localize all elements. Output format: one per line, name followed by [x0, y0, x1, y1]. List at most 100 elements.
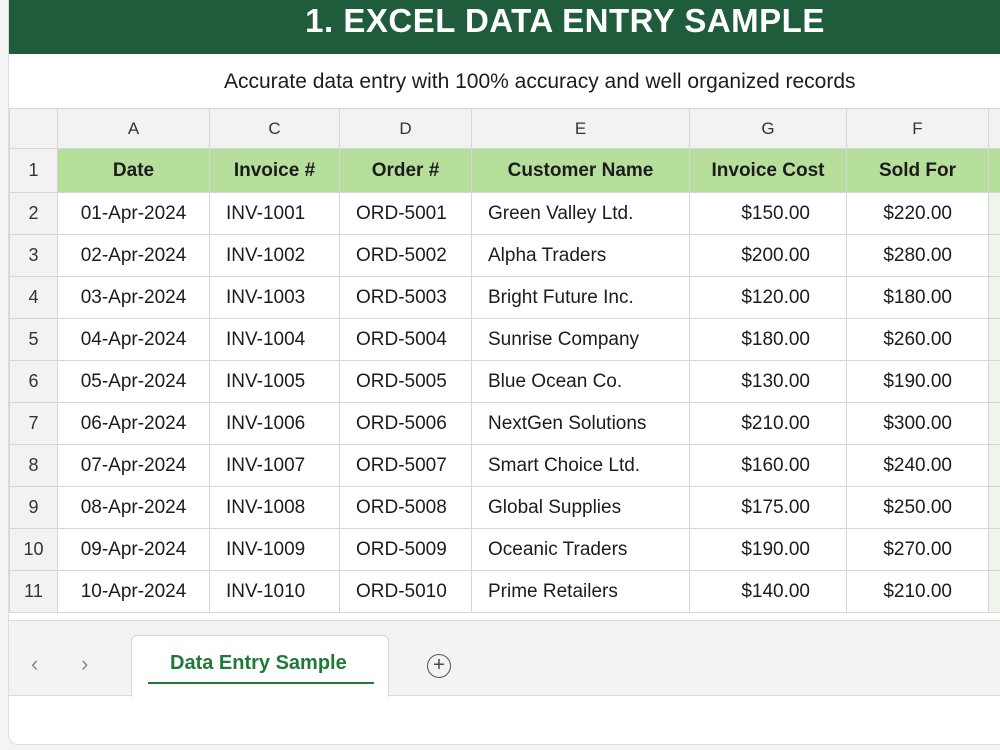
column-header-e[interactable]: E [471, 108, 690, 149]
cell-date[interactable]: 01-Apr-2024 [57, 192, 210, 235]
row-number[interactable]: 7 [9, 402, 58, 445]
edge-cell[interactable] [988, 360, 1000, 403]
plus-circle-icon[interactable]: + [427, 654, 451, 678]
cell-invoice[interactable]: INV-1007 [209, 444, 340, 487]
cell-sold-for[interactable]: $280.00 [846, 234, 989, 277]
cell-date[interactable]: 02-Apr-2024 [57, 234, 210, 277]
cell-invoice[interactable]: INV-1009 [209, 528, 340, 571]
row-number[interactable]: 3 [9, 234, 58, 277]
cell-invoice-cost[interactable]: $180.00 [689, 318, 847, 361]
edge-cell[interactable] [988, 192, 1000, 235]
edge-cell[interactable] [988, 486, 1000, 529]
cell-customer-name[interactable]: NextGen Solutions [471, 402, 690, 445]
row-number[interactable]: 1 [9, 148, 58, 193]
cell-customer-name[interactable]: Bright Future Inc. [471, 276, 690, 319]
cell-invoice-cost[interactable]: $150.00 [689, 192, 847, 235]
cell-sold-for[interactable]: $190.00 [846, 360, 989, 403]
header-invoice[interactable]: Invoice # [209, 148, 340, 193]
cell-date[interactable]: 07-Apr-2024 [57, 444, 210, 487]
cell-invoice-cost[interactable]: $120.00 [689, 276, 847, 319]
cell-sold-for[interactable]: $260.00 [846, 318, 989, 361]
cell-customer-name[interactable]: Global Supplies [471, 486, 690, 529]
cell-invoice-cost[interactable]: $210.00 [689, 402, 847, 445]
edge-cell[interactable] [988, 444, 1000, 487]
edge-cell[interactable] [988, 276, 1000, 319]
header-edge-cell[interactable] [988, 148, 1000, 193]
cell-customer-name[interactable]: Oceanic Traders [471, 528, 690, 571]
row-number[interactable]: 6 [9, 360, 58, 403]
edge-cell[interactable] [988, 402, 1000, 445]
cell-sold-for[interactable]: $210.00 [846, 570, 989, 613]
cell-order[interactable]: ORD-5004 [339, 318, 472, 361]
cell-date[interactable]: 04-Apr-2024 [57, 318, 210, 361]
cell-invoice-cost[interactable]: $190.00 [689, 528, 847, 571]
cell-order[interactable]: ORD-5006 [339, 402, 472, 445]
cell-invoice-cost[interactable]: $140.00 [689, 570, 847, 613]
column-header-g[interactable]: G [689, 108, 847, 149]
row-number[interactable]: 9 [9, 486, 58, 529]
header-customer-name[interactable]: Customer Name [471, 148, 690, 193]
cell-order[interactable]: ORD-5002 [339, 234, 472, 277]
cell-sold-for[interactable]: $220.00 [846, 192, 989, 235]
cell-order[interactable]: ORD-5009 [339, 528, 472, 571]
cell-date[interactable]: 09-Apr-2024 [57, 528, 210, 571]
cell-customer-name[interactable]: Sunrise Company [471, 318, 690, 361]
cell-date[interactable]: 06-Apr-2024 [57, 402, 210, 445]
cell-date[interactable]: 10-Apr-2024 [57, 570, 210, 613]
cell-order[interactable]: ORD-5003 [339, 276, 472, 319]
column-header-a[interactable]: A [57, 108, 210, 149]
cell-order[interactable]: ORD-5005 [339, 360, 472, 403]
edge-cell[interactable] [988, 528, 1000, 571]
row-number[interactable]: 8 [9, 444, 58, 487]
cell-invoice-cost[interactable]: $200.00 [689, 234, 847, 277]
cell-customer-name[interactable]: Green Valley Ltd. [471, 192, 690, 235]
select-all-corner[interactable] [9, 108, 58, 149]
header-order[interactable]: Order # [339, 148, 472, 193]
cell-customer-name[interactable]: Alpha Traders [471, 234, 690, 277]
cell-date[interactable]: 03-Apr-2024 [57, 276, 210, 319]
cell-sold-for[interactable]: $240.00 [846, 444, 989, 487]
edge-cell[interactable] [988, 570, 1000, 613]
cell-customer-name[interactable]: Prime Retailers [471, 570, 690, 613]
row-number[interactable]: 11 [9, 570, 58, 613]
cell-invoice[interactable]: INV-1002 [209, 234, 340, 277]
column-header-c[interactable]: C [209, 108, 340, 149]
cell-order[interactable]: ORD-5010 [339, 570, 472, 613]
cell-sold-for[interactable]: $270.00 [846, 528, 989, 571]
cell-invoice[interactable]: INV-1005 [209, 360, 340, 403]
cell-order[interactable]: ORD-5001 [339, 192, 472, 235]
cell-date[interactable]: 05-Apr-2024 [57, 360, 210, 403]
row-number[interactable]: 4 [9, 276, 58, 319]
edge-cell[interactable] [988, 234, 1000, 277]
cell-sold-for[interactable]: $300.00 [846, 402, 989, 445]
column-header-f[interactable]: F [846, 108, 989, 149]
edge-cell[interactable] [988, 318, 1000, 361]
cell-invoice[interactable]: INV-1001 [209, 192, 340, 235]
cell-invoice-cost[interactable]: $130.00 [689, 360, 847, 403]
chevron-left-icon[interactable]: ‹ [31, 651, 38, 677]
cell-order[interactable]: ORD-5007 [339, 444, 472, 487]
cell-order[interactable]: ORD-5008 [339, 486, 472, 529]
cell-customer-name[interactable]: Blue Ocean Co. [471, 360, 690, 403]
sheet-tab-data-entry-sample[interactable]: Data Entry Sample [131, 635, 389, 697]
column-header-d[interactable]: D [339, 108, 472, 149]
cell-sold-for[interactable]: $180.00 [846, 276, 989, 319]
cell-invoice-cost[interactable]: $160.00 [689, 444, 847, 487]
cell-invoice-cost[interactable]: $175.00 [689, 486, 847, 529]
row-number[interactable]: 2 [9, 192, 58, 235]
header-invoice-cost[interactable]: Invoice Cost [689, 148, 847, 193]
row-number[interactable]: 5 [9, 318, 58, 361]
chevron-right-icon[interactable]: › [81, 651, 88, 677]
cell-invoice[interactable]: INV-1008 [209, 486, 340, 529]
header-date[interactable]: Date [57, 148, 210, 193]
cell-invoice[interactable]: INV-1003 [209, 276, 340, 319]
row-number[interactable]: 10 [9, 528, 58, 571]
cell-invoice[interactable]: INV-1004 [209, 318, 340, 361]
cell-invoice[interactable]: INV-1006 [209, 402, 340, 445]
column-header-edge[interactable] [988, 108, 1000, 149]
cell-sold-for[interactable]: $250.00 [846, 486, 989, 529]
header-sold-for[interactable]: Sold For [846, 148, 989, 193]
cell-customer-name[interactable]: Smart Choice Ltd. [471, 444, 690, 487]
cell-date[interactable]: 08-Apr-2024 [57, 486, 210, 529]
cell-invoice[interactable]: INV-1010 [209, 570, 340, 613]
